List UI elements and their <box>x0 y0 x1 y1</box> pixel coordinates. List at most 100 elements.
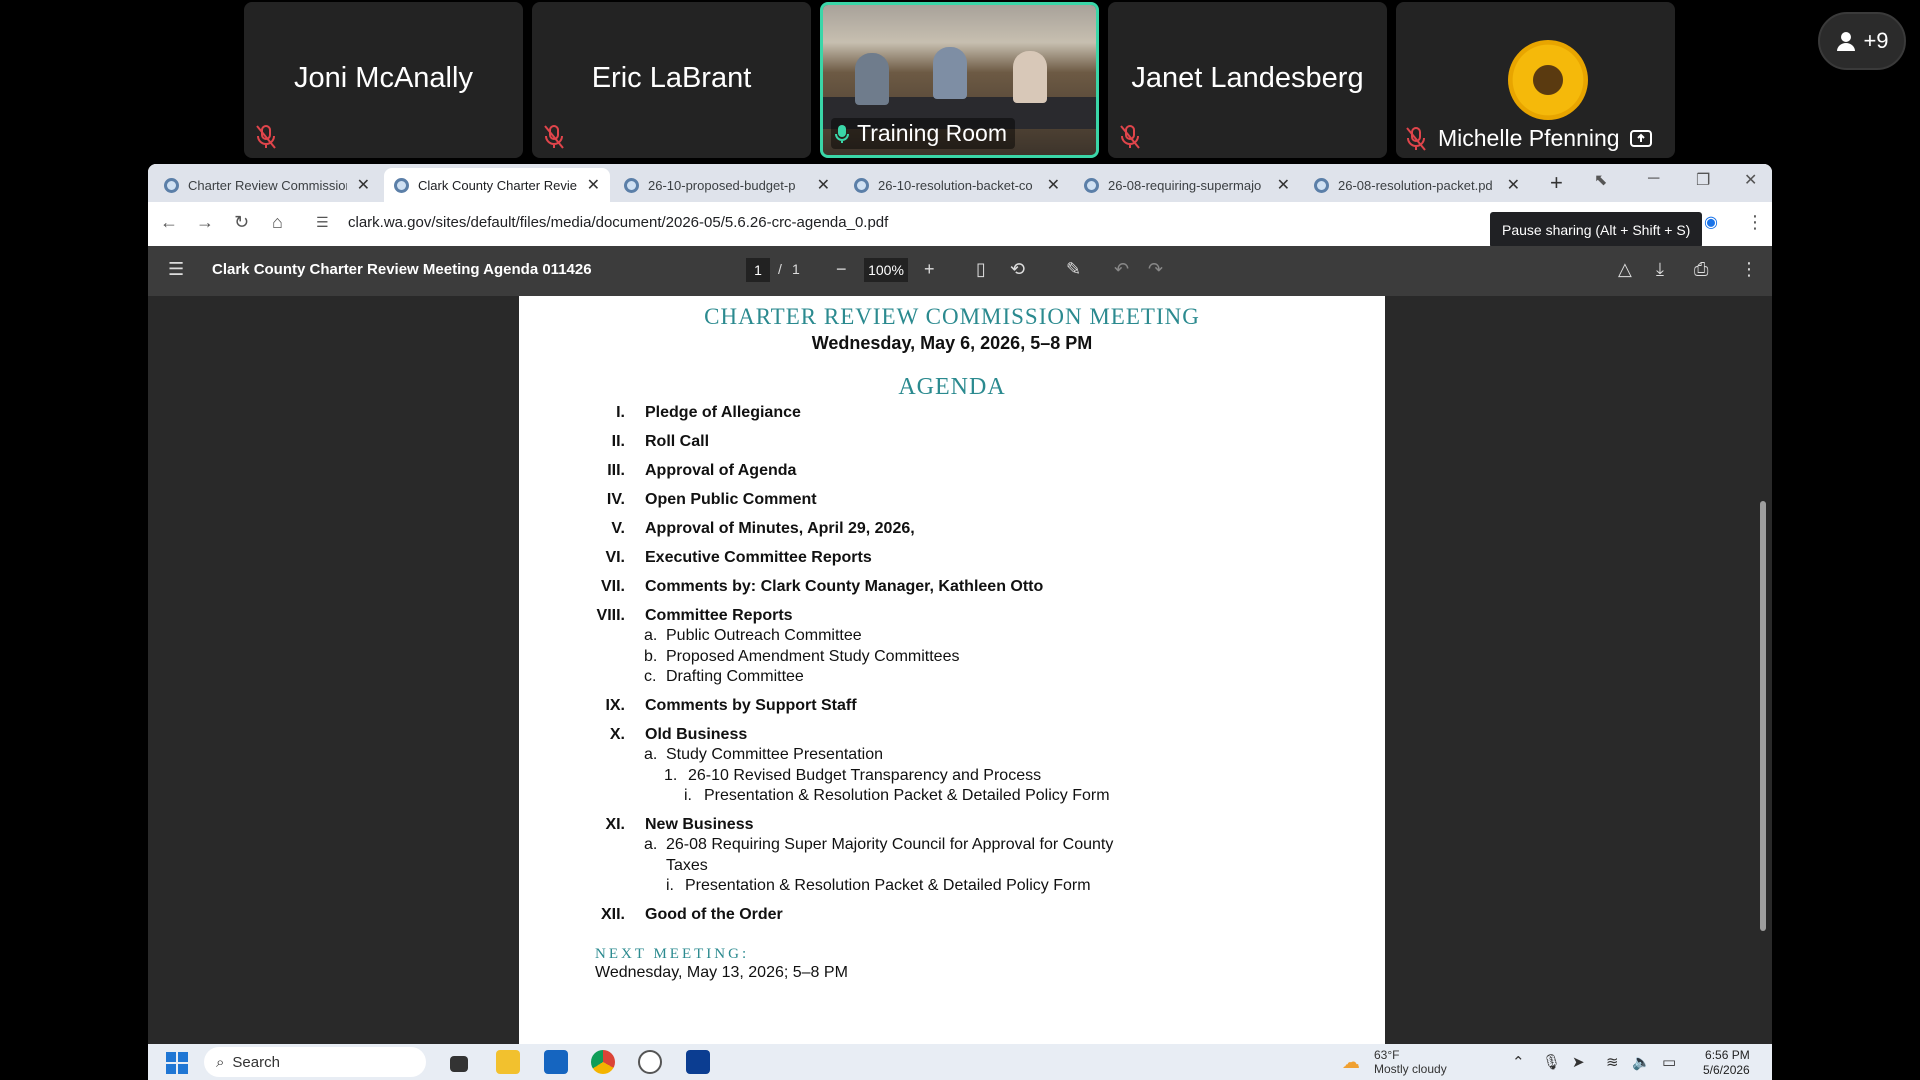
participant-name: Michelle Pfenning <box>1438 125 1620 151</box>
mic-muted-icon <box>256 125 276 149</box>
close-icon[interactable]: ✕ <box>1047 175 1060 195</box>
close-window-button[interactable]: ✕ <box>1744 170 1757 190</box>
participant-name: Eric LaBrant <box>591 62 752 94</box>
wifi-icon[interactable]: ≋ <box>1606 1053 1619 1071</box>
battery-icon[interactable]: ▭ <box>1662 1053 1676 1071</box>
rotate-icon[interactable]: ⟲ <box>1010 259 1025 280</box>
system-clock[interactable]: 6:56 PM 5/6/2026 <box>1703 1048 1750 1078</box>
scrollbar-thumb[interactable] <box>1760 501 1766 931</box>
pause-sharing-tooltip: Pause sharing (Alt + Shift + S) <box>1490 212 1703 248</box>
browser-window: Charter Review Commission ✕ Clark County… <box>148 164 1772 1080</box>
participant-name: Joni McAnally <box>294 62 473 94</box>
fit-page-icon[interactable]: ▯ <box>976 259 986 280</box>
participant-tile[interactable]: Janet Landesberg <box>1108 2 1387 158</box>
tab-title: 26-08-resolution-packet.pd <box>1338 177 1493 193</box>
room-label: Training Room <box>831 118 1015 149</box>
weather-temp: 63°F <box>1374 1048 1400 1062</box>
browser-tab[interactable]: 26-08-requiring-supermajo ✕ <box>1074 168 1300 202</box>
mic-muted-icon <box>1406 126 1426 151</box>
chevron-up-icon[interactable]: ⌃ <box>1512 1053 1525 1071</box>
browser-tab[interactable]: 26-08-resolution-packet.pd ✕ <box>1304 168 1530 202</box>
browser-tab[interactable]: Charter Review Commission ✕ <box>154 168 380 202</box>
page-number-input[interactable]: 1 <box>746 258 770 282</box>
outlook-icon[interactable] <box>544 1050 568 1074</box>
minimize-button[interactable]: ─ <box>1648 170 1659 188</box>
video-person <box>855 53 889 105</box>
zoom-in-icon[interactable]: + <box>924 259 935 280</box>
chrome-icon[interactable] <box>591 1050 615 1074</box>
mic-muted-tray-icon[interactable]: 🎙 <box>1542 1053 1561 1071</box>
agenda-heading: AGENDA <box>898 374 1006 400</box>
browser-tab[interactable]: 26-10-resolution-backet-co ✕ <box>844 168 1070 202</box>
undo-icon[interactable]: ↶ <box>1114 259 1129 280</box>
agenda-subitem: a. Study Committee Presentation <box>644 746 883 763</box>
tab-title: Charter Review Commission <box>188 177 347 193</box>
participant-tile[interactable]: Eric LaBrant <box>532 2 811 158</box>
weather-icon: ☁ <box>1342 1052 1360 1072</box>
agenda-subitem: c. Drafting Committee <box>644 668 804 685</box>
annotate-icon[interactable]: ✎ <box>1066 259 1081 280</box>
redo-icon[interactable]: ↷ <box>1148 259 1163 280</box>
globe-icon <box>394 177 409 193</box>
drive-icon[interactable]: △ <box>1618 259 1632 280</box>
globe-icon <box>624 177 639 193</box>
participant-name: Janet Landesberg <box>1131 62 1364 94</box>
participant-tile-active[interactable]: Training Room <box>820 2 1099 158</box>
task-view-icon[interactable] <box>450 1056 468 1072</box>
clock-app-icon[interactable] <box>638 1050 662 1074</box>
tab-title: 26-10-resolution-backet-co <box>878 177 1033 193</box>
zoom-level[interactable]: 100% <box>864 258 908 282</box>
participant-tile[interactable]: Michelle Pfenning <box>1396 2 1675 158</box>
agenda-subitem: b. Proposed Amendment Study Committees <box>644 648 960 665</box>
agenda-subitem: a. Public Outreach Committee <box>644 627 862 644</box>
video-person <box>933 47 967 99</box>
forward-icon[interactable]: → <box>196 212 214 233</box>
maximize-button[interactable]: ❐ <box>1696 170 1710 190</box>
reload-icon[interactable]: ↻ <box>234 212 249 233</box>
agenda-subitem: a. 26-08 Requiring Super Majority Council… <box>644 836 1114 853</box>
agenda-subitem: Taxes <box>666 857 708 874</box>
download-icon[interactable]: ⤓ <box>1656 259 1664 280</box>
menu-icon[interactable]: ⋮ <box>1746 212 1764 233</box>
webex-icon[interactable] <box>686 1050 710 1074</box>
participant-label: Michelle Pfenning <box>1404 125 1652 152</box>
weather-widget[interactable]: 63°F Mostly cloudy <box>1374 1048 1447 1076</box>
mic-muted-icon <box>1120 125 1140 149</box>
sunflower-avatar <box>1508 40 1588 120</box>
scrollbar[interactable] <box>1760 306 1766 1026</box>
zoom-out-icon[interactable]: − <box>836 259 847 280</box>
url-field[interactable]: clark.wa.gov/sites/default/files/media/d… <box>348 214 888 231</box>
back-icon[interactable]: ← <box>160 212 178 233</box>
home-icon[interactable]: ⌂ <box>272 212 283 233</box>
pdf-viewer[interactable]: CHARTER REVIEW COMMISSION MEETING Wednes… <box>148 296 1772 1044</box>
close-icon[interactable]: ✕ <box>1507 175 1520 195</box>
participant-tile[interactable]: Joni McAnally <box>244 2 523 158</box>
new-tab-button[interactable]: + <box>1550 170 1563 196</box>
browser-tab-active[interactable]: Clark County Charter Review ✕ <box>384 168 610 202</box>
file-explorer-icon[interactable] <box>496 1050 520 1074</box>
clock-date: 5/6/2026 <box>1703 1063 1750 1077</box>
close-icon[interactable]: ✕ <box>1277 175 1290 195</box>
pdf-page: CHARTER REVIEW COMMISSION MEETING Wednes… <box>519 296 1385 1044</box>
tab-bar: Charter Review Commission ✕ Clark County… <box>148 164 1772 202</box>
site-settings-icon[interactable]: ☰ <box>316 214 329 231</box>
close-icon[interactable]: ✕ <box>817 175 830 195</box>
more-options-icon[interactable]: ⋮ <box>1740 259 1758 280</box>
browser-tab[interactable]: 26-10-proposed-budget-p ✕ <box>614 168 840 202</box>
person-icon <box>1837 32 1856 51</box>
globe-icon <box>854 177 869 193</box>
cursor-icon: ⬉ <box>1594 172 1608 189</box>
close-icon[interactable]: ✕ <box>357 175 370 195</box>
sidebar-menu-icon[interactable]: ☰ <box>168 259 184 280</box>
globe-icon <box>1314 177 1329 193</box>
profile-icon[interactable]: ◉ <box>1704 212 1718 232</box>
volume-muted-icon[interactable]: 🔈 <box>1632 1053 1651 1071</box>
weather-condition: Mostly cloudy <box>1374 1062 1447 1076</box>
close-icon[interactable]: ✕ <box>587 175 600 195</box>
mic-muted-icon <box>544 125 564 149</box>
print-icon[interactable]: ⎙ <box>1694 259 1708 280</box>
more-participants-button[interactable]: +9 <box>1818 12 1906 70</box>
taskbar-search[interactable]: ⌕ Search <box>204 1047 426 1077</box>
agenda-subitem: i. Presentation & Resolution Packet & Det… <box>684 787 1110 804</box>
windows-start-icon[interactable] <box>166 1052 188 1074</box>
